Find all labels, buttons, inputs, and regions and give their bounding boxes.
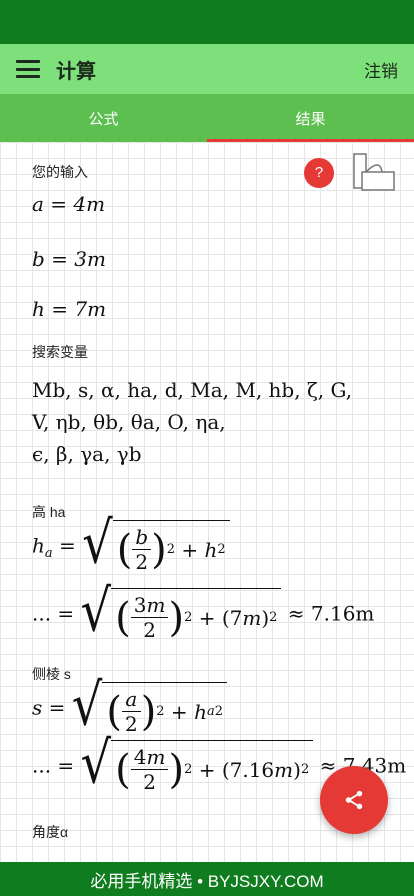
menu-icon[interactable] [16, 60, 40, 78]
tab-result[interactable]: 结果 [207, 94, 414, 142]
search-vars-label: 搜索变量 [32, 344, 88, 360]
share-button[interactable] [320, 766, 388, 834]
height-result: ≈ 7.16m [287, 601, 375, 626]
share-icon [345, 790, 363, 810]
app-bar: 计算 注销 [0, 44, 414, 94]
input-h: h = 7m [32, 297, 107, 321]
page-title: 计算 [56, 60, 96, 83]
status-bar [0, 0, 414, 44]
input-b: b = 3m [32, 247, 106, 271]
search-vars-line: ϵ, β, γa, γb [32, 442, 142, 466]
height-label: 高 ha [32, 504, 66, 520]
result-content[interactable]: ? 您的输入 a = 4m b = 3m h = 7m 搜索变量 Mb, s, … [0, 142, 414, 862]
inputs-label: 您的输入 [32, 164, 88, 180]
edge-label: 侧棱 s [32, 666, 71, 682]
height-calculation: ... = √(3m 2) 2 + (7 m) 2 ≈ 7.16m [32, 577, 375, 645]
geometry-figure-icon[interactable] [350, 152, 396, 194]
tab-formula[interactable]: 公式 [0, 94, 207, 142]
height-formula: ha = √(b 2) 2 + h2 [32, 515, 230, 574]
search-vars-line: Mb, s, α, ha, d, Ma, M, hb, ζ, G, [32, 378, 353, 402]
watermark-bar: 必用手机精选 • BYJSJXY.COM [0, 862, 414, 896]
angle-label: 角度α [32, 824, 69, 840]
help-button[interactable]: ? [304, 158, 334, 188]
watermark-text: 必用手机精选 • BYJSJXY.COM [90, 871, 324, 891]
search-vars-line: V, ηb, θb, θa, O, ηa, [32, 410, 226, 434]
edge-formula: s = √(a 2) 2 + ha2 [32, 677, 227, 736]
input-a: a = 4m [32, 192, 106, 216]
logout-button[interactable]: 注销 [364, 57, 398, 82]
tab-bar: 公式 结果 [0, 94, 414, 142]
